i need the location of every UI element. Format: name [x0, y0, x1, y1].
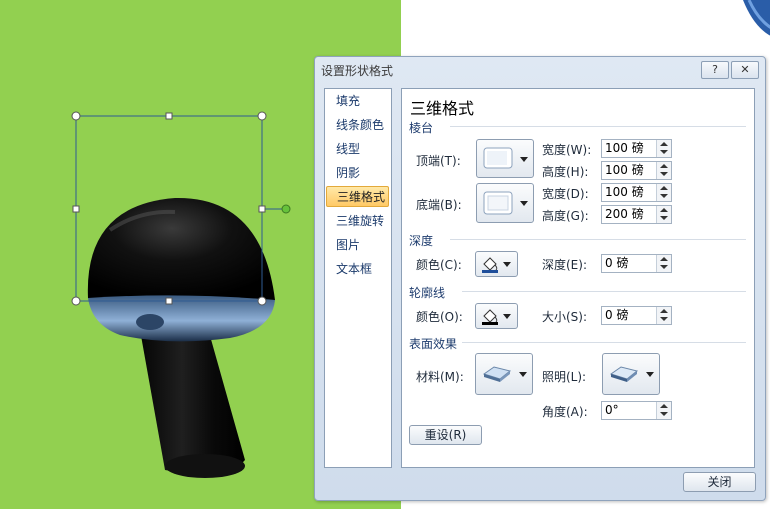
3d-format-panel: 三维格式 棱台 顶端(T): 宽度(W): 100 磅 高度(H): 100 磅…: [401, 88, 755, 468]
spin-up-icon[interactable]: [660, 164, 668, 168]
handle-left: [72, 205, 80, 213]
shape-stem: [140, 318, 245, 478]
category-list: 填充 线条颜色 线型 阴影 三维格式 三维旋转 图片 文本框: [324, 88, 392, 468]
chevron-down-icon: [503, 314, 511, 319]
chevron-down-icon: [519, 372, 527, 377]
depth-color-dropdown[interactable]: [475, 251, 518, 277]
section-contour: 轮廓线: [409, 286, 446, 300]
spinner-value: 0 磅: [605, 256, 629, 270]
nav-item-shadow[interactable]: 阴影: [326, 163, 389, 184]
bevel-top-label: 顶端(T):: [416, 154, 461, 168]
handle-top-right: [257, 111, 267, 121]
lighting-label: 照明(L):: [542, 370, 587, 384]
paint-bucket-icon: [482, 257, 498, 273]
spinner-value: 0 磅: [605, 308, 629, 322]
depth-color-label: 颜色(C):: [416, 258, 462, 272]
spin-up-icon[interactable]: [660, 257, 668, 261]
spin-up-icon[interactable]: [660, 208, 668, 212]
nav-item-text-box[interactable]: 文本框: [326, 259, 389, 280]
spinner-value: 0°: [605, 403, 619, 417]
spin-down-icon[interactable]: [660, 317, 668, 321]
spinner-value: 100 磅: [605, 141, 644, 155]
material-dropdown[interactable]: [475, 353, 533, 395]
spinner-value: 100 磅: [605, 185, 644, 199]
chevron-down-icon: [520, 201, 528, 206]
depth-label: 深度(E):: [542, 258, 587, 272]
bevel-top-width-spinner[interactable]: 100 磅: [601, 139, 672, 158]
bevel-bottom-width-spinner[interactable]: 100 磅: [601, 183, 672, 202]
handle-bottom-left: [71, 296, 81, 306]
chevron-down-icon: [503, 262, 511, 267]
close-x-button[interactable]: ✕: [731, 61, 759, 79]
nav-item-fill[interactable]: 填充: [326, 91, 389, 112]
lighting-dropdown[interactable]: [602, 353, 660, 395]
spin-up-icon[interactable]: [660, 142, 668, 146]
dialog-title: 设置形状格式: [321, 64, 394, 78]
divider: [462, 291, 746, 292]
section-depth: 深度: [409, 234, 434, 248]
window-decoration: [743, 0, 770, 36]
handle-bottom-right: [257, 296, 267, 306]
divider: [450, 126, 746, 127]
spin-down-icon[interactable]: [660, 172, 668, 176]
material-icon: [482, 366, 512, 382]
bevel-top-dropdown[interactable]: [476, 139, 534, 178]
section-surface: 表面效果: [409, 337, 458, 351]
contour-color-label: 颜色(O):: [416, 310, 463, 324]
handle-bottom: [165, 297, 173, 305]
spin-up-icon[interactable]: [660, 309, 668, 313]
angle-spinner[interactable]: 0°: [601, 401, 672, 420]
bevel-bottom-dropdown[interactable]: [476, 183, 534, 223]
nav-item-line-style[interactable]: 线型: [326, 139, 389, 160]
contour-size-spinner[interactable]: 0 磅: [601, 306, 672, 325]
nav-item-line-color[interactable]: 线条颜色: [326, 115, 389, 136]
rotate-handle: [281, 204, 291, 214]
contour-color-dropdown[interactable]: [475, 303, 518, 329]
chevron-down-icon: [646, 372, 654, 377]
spin-down-icon[interactable]: [660, 194, 668, 198]
bevel-top-width-label: 宽度(W):: [542, 143, 592, 157]
bevel-bottom-label: 底端(B):: [416, 198, 462, 212]
nav-item-3d-format[interactable]: 三维格式: [326, 186, 389, 207]
bevel-bottom-height-spinner[interactable]: 200 磅: [601, 205, 672, 224]
bevel-top-height-spinner[interactable]: 100 磅: [601, 161, 672, 180]
chevron-down-icon: [520, 156, 528, 162]
paint-bucket-icon: [482, 309, 498, 325]
handle-right: [258, 205, 266, 213]
bevel-icon: [483, 147, 513, 169]
spin-down-icon[interactable]: [660, 265, 668, 269]
reset-button[interactable]: 重设(R): [409, 425, 482, 445]
divider: [450, 239, 746, 240]
angle-label: 角度(A):: [542, 405, 588, 419]
bevel-icon: [483, 191, 513, 215]
divider: [462, 342, 746, 343]
bevel-bottom-height-label: 高度(G):: [542, 209, 589, 223]
panel-title: 三维格式: [410, 99, 475, 118]
close-button[interactable]: 关闭: [683, 472, 756, 492]
spin-down-icon[interactable]: [660, 150, 668, 154]
spinner-value: 100 磅: [605, 163, 644, 177]
bevel-bottom-width-label: 宽度(D):: [542, 187, 589, 201]
shape-cap: [87, 197, 276, 342]
handle-top: [165, 112, 173, 120]
nav-item-picture[interactable]: 图片: [326, 235, 389, 256]
depth-spinner[interactable]: 0 磅: [601, 254, 672, 273]
nav-item-3d-rotation[interactable]: 三维旋转: [326, 211, 389, 232]
material-label: 材料(M):: [416, 370, 464, 384]
handle-top-left: [71, 111, 81, 121]
format-shape-dialog: 设置形状格式 ? ✕ 填充 线条颜色 线型 阴影 三维格式 三维旋转 图片 文本…: [314, 56, 766, 501]
spin-up-icon[interactable]: [660, 404, 668, 408]
help-button[interactable]: ?: [701, 61, 729, 79]
contour-size-label: 大小(S):: [542, 310, 588, 324]
section-bevel: 棱台: [409, 121, 434, 135]
spin-down-icon[interactable]: [660, 216, 668, 220]
bevel-top-height-label: 高度(H):: [542, 165, 589, 179]
lighting-icon: [609, 366, 639, 382]
spin-down-icon[interactable]: [660, 412, 668, 416]
spinner-value: 200 磅: [605, 207, 644, 221]
spin-up-icon[interactable]: [660, 186, 668, 190]
